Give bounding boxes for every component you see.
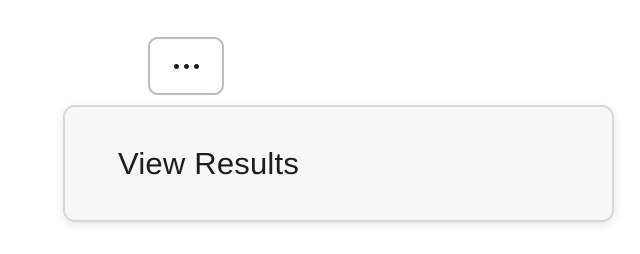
more-horizontal-icon [173,63,199,69]
dot [173,63,179,69]
more-options-button[interactable] [148,37,224,95]
dot [193,63,199,69]
menu-item-view-results[interactable]: View Results [65,107,612,220]
menu-item-label: View Results [118,145,300,181]
dot [183,63,189,69]
stage: View Results [0,0,640,254]
dropdown-menu: View Results [63,105,614,222]
